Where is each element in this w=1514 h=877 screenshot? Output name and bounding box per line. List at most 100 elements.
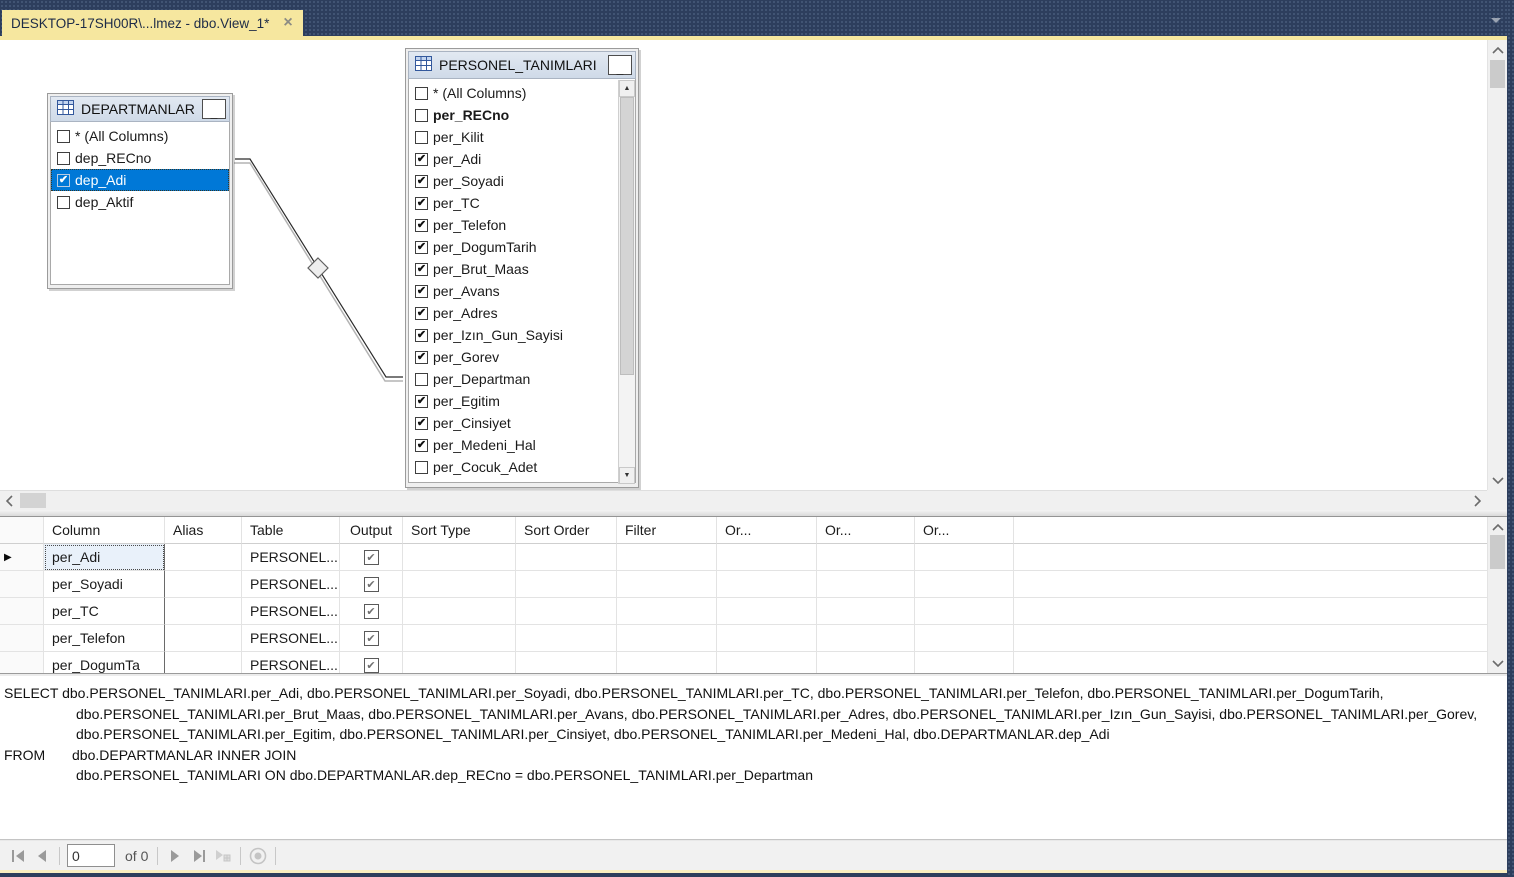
cell-column[interactable]: per_TC bbox=[44, 598, 165, 625]
cell-or-1[interactable] bbox=[717, 652, 817, 673]
cell-filter[interactable] bbox=[617, 625, 717, 652]
column-checkbox[interactable] bbox=[415, 395, 428, 408]
row-selector-cell[interactable]: ▶ bbox=[0, 544, 44, 571]
column-item[interactable]: per_Soyadi bbox=[409, 170, 617, 192]
column-checkbox[interactable] bbox=[57, 130, 70, 143]
column-item[interactable]: per_Medeni_Hal bbox=[409, 434, 617, 456]
grid-vertical-scrollbar[interactable] bbox=[1487, 517, 1507, 673]
cell-alias[interactable] bbox=[165, 571, 242, 598]
scrollbar-thumb[interactable] bbox=[20, 493, 46, 508]
column-checkbox[interactable] bbox=[415, 197, 428, 210]
column-item[interactable]: dep_RECno bbox=[51, 147, 229, 169]
column-item[interactable]: * (All Columns) bbox=[51, 125, 229, 147]
cell-alias[interactable] bbox=[165, 598, 242, 625]
column-item[interactable]: per_Gorev bbox=[409, 346, 617, 368]
cell-sort-type[interactable] bbox=[403, 544, 516, 571]
cell-table[interactable]: PERSONEL... bbox=[242, 571, 340, 598]
column-item[interactable]: per_Departman bbox=[409, 368, 617, 390]
diagram-canvas[interactable]: DEPARTMANLAR _ * (All Columns) dep_RECno bbox=[0, 40, 1487, 490]
cell-or-3[interactable] bbox=[915, 625, 1014, 652]
cell-sort-order[interactable] bbox=[516, 544, 617, 571]
personel-titlebar[interactable]: PERSONEL_TANIMLARI _ bbox=[408, 51, 636, 79]
column-checkbox[interactable] bbox=[415, 219, 428, 232]
cell-or-1[interactable] bbox=[717, 544, 817, 571]
scroll-left-chevron-icon[interactable] bbox=[0, 491, 18, 510]
document-tab[interactable]: DESKTOP-17SH00R\...lmez - dbo.View_1* × bbox=[2, 10, 303, 36]
scroll-up-chevron-icon[interactable] bbox=[1488, 519, 1507, 535]
table-window-personel-tanimlari[interactable]: PERSONEL_TANIMLARI _ * (All Columns) per… bbox=[405, 48, 639, 488]
column-checkbox[interactable] bbox=[57, 196, 70, 209]
column-item[interactable]: per_Cinsiyet bbox=[409, 412, 617, 434]
column-checkbox[interactable] bbox=[415, 109, 428, 122]
cell-or-1[interactable] bbox=[717, 598, 817, 625]
cell-alias[interactable] bbox=[165, 652, 242, 673]
column-checkbox[interactable] bbox=[415, 329, 428, 342]
cell-or-2[interactable] bbox=[817, 544, 915, 571]
first-record-button[interactable] bbox=[8, 846, 28, 866]
cell-filter[interactable] bbox=[617, 571, 717, 598]
cell-or-1[interactable] bbox=[717, 571, 817, 598]
personel-column-list[interactable]: * (All Columns) per_RECno per_Kilit bbox=[408, 79, 636, 483]
cell-or-2[interactable] bbox=[817, 598, 915, 625]
cell-or-3[interactable] bbox=[915, 571, 1014, 598]
column-checkbox[interactable] bbox=[415, 87, 428, 100]
column-item[interactable]: per_Brut_Maas bbox=[409, 258, 617, 280]
column-item[interactable]: per_Cocuk_Adet bbox=[409, 456, 617, 478]
cell-table[interactable]: PERSONEL... bbox=[242, 598, 340, 625]
column-checkbox[interactable] bbox=[415, 153, 428, 166]
cell-or-2[interactable] bbox=[817, 652, 915, 673]
criteria-row[interactable]: ▶ per_Adi PERSONEL... bbox=[0, 544, 1487, 571]
row-selector-cell[interactable]: ▶ bbox=[0, 571, 44, 598]
cell-or-1[interactable] bbox=[717, 625, 817, 652]
diagram-horizontal-scrollbar[interactable] bbox=[0, 490, 1487, 510]
last-record-button[interactable] bbox=[189, 846, 209, 866]
column-checkbox[interactable] bbox=[415, 285, 428, 298]
column-checkbox[interactable] bbox=[415, 131, 428, 144]
close-icon[interactable]: × bbox=[283, 16, 292, 30]
diagram-vertical-scrollbar[interactable] bbox=[1487, 40, 1507, 490]
scrollbar-thumb[interactable] bbox=[620, 97, 634, 375]
column-checkbox[interactable] bbox=[415, 307, 428, 320]
cell-column[interactable]: per_Telefon bbox=[44, 625, 165, 652]
cell-output[interactable] bbox=[340, 598, 403, 625]
column-checkbox[interactable] bbox=[415, 373, 428, 386]
scroll-right-chevron-icon[interactable] bbox=[1468, 491, 1486, 510]
output-checkbox[interactable] bbox=[364, 658, 379, 673]
column-item[interactable]: per_Adi bbox=[409, 148, 617, 170]
column-checkbox[interactable] bbox=[415, 461, 428, 474]
column-checkbox[interactable] bbox=[57, 174, 70, 187]
output-checkbox[interactable] bbox=[364, 550, 379, 565]
column-item[interactable]: per_RECno bbox=[409, 104, 617, 126]
scrollbar-thumb[interactable] bbox=[1490, 60, 1505, 88]
cell-filter[interactable] bbox=[617, 598, 717, 625]
column-item[interactable]: per_Egitim bbox=[409, 390, 617, 412]
column-checkbox[interactable] bbox=[57, 152, 70, 165]
minimize-button[interactable]: _ bbox=[202, 99, 226, 119]
cell-table[interactable]: PERSONEL... bbox=[242, 625, 340, 652]
scroll-up-chevron-icon[interactable] bbox=[1488, 42, 1507, 58]
column-item[interactable]: * (All Columns) bbox=[409, 82, 617, 104]
cell-sort-type[interactable] bbox=[403, 625, 516, 652]
cell-table[interactable]: PERSONEL... bbox=[242, 652, 340, 673]
cell-sort-order[interactable] bbox=[516, 598, 617, 625]
column-item[interactable]: per_Avans bbox=[409, 280, 617, 302]
scroll-down-icon[interactable]: ▼ bbox=[619, 467, 635, 484]
cell-or-3[interactable] bbox=[915, 598, 1014, 625]
scroll-down-chevron-icon[interactable] bbox=[1488, 472, 1507, 488]
cell-column[interactable]: per_Adi bbox=[44, 544, 165, 571]
cell-column[interactable]: per_Soyadi bbox=[44, 571, 165, 598]
cell-output[interactable] bbox=[340, 571, 403, 598]
cell-or-2[interactable] bbox=[817, 571, 915, 598]
personel-list-scrollbar[interactable]: ▲ ▼ bbox=[618, 80, 635, 484]
cell-output[interactable] bbox=[340, 652, 403, 673]
stop-button[interactable] bbox=[248, 846, 268, 866]
scroll-down-chevron-icon[interactable] bbox=[1488, 655, 1507, 671]
diagram-pane[interactable]: DEPARTMANLAR _ * (All Columns) dep_RECno bbox=[0, 40, 1507, 510]
cell-sort-type[interactable] bbox=[403, 598, 516, 625]
table-window-departmanlar[interactable]: DEPARTMANLAR _ * (All Columns) dep_RECno bbox=[47, 93, 233, 289]
column-item[interactable]: per_Telefon bbox=[409, 214, 617, 236]
next-record-button[interactable] bbox=[165, 846, 185, 866]
column-item[interactable]: per_TC bbox=[409, 192, 617, 214]
column-item[interactable]: per_DogumTarih bbox=[409, 236, 617, 258]
cell-output[interactable] bbox=[340, 625, 403, 652]
